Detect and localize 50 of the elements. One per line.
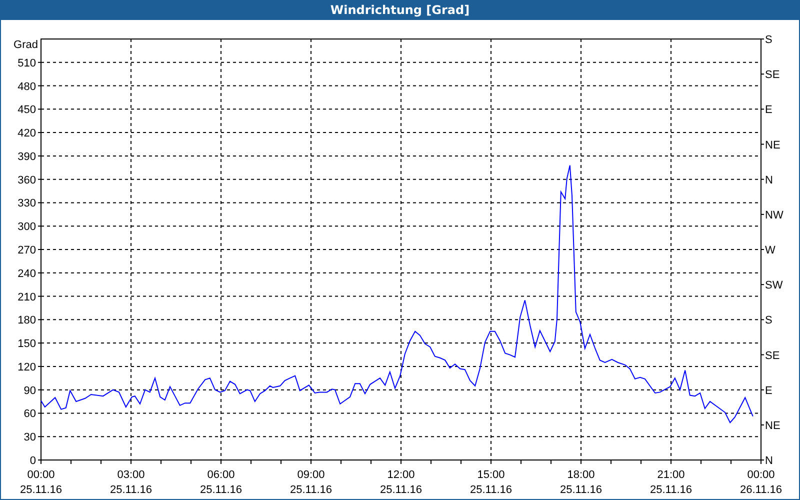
x-tick-label: 03:00 (117, 469, 145, 481)
x-tick-label: 06:00 (207, 469, 235, 481)
y-tick-label: 270 (18, 244, 36, 256)
compass-tick-label: E (765, 384, 772, 397)
x-tick-label: 09:00 (297, 469, 325, 481)
x-tick-date: 25.11.16 (290, 484, 332, 496)
x-tick-label: 00:00 (27, 469, 55, 481)
x-tick-label: 21:00 (657, 469, 685, 481)
x-tick-label: 15:00 (477, 469, 505, 481)
x-tick-date: 25.11.16 (20, 484, 62, 496)
compass-tick-label: N (765, 174, 773, 186)
compass-tick-label: SE (765, 350, 780, 362)
y-tick-label: 480 (18, 80, 36, 93)
y-tick-label: 60 (24, 408, 36, 420)
y-tick-label: 360 (18, 174, 36, 186)
y-tick-label: 30 (24, 432, 36, 444)
compass-tick-label: S (765, 314, 772, 327)
y-tick-label: 150 (18, 338, 36, 350)
x-tick-date: 25.11.16 (650, 484, 692, 496)
y-tick-label: 510 (18, 57, 36, 70)
x-tick-date: 25.11.16 (200, 484, 242, 496)
x-tick-date: 25.11.16 (470, 484, 512, 496)
compass-tick-label: SE (765, 69, 780, 82)
compass-tick-label: NE (765, 139, 780, 152)
y-tick-label: 300 (18, 221, 36, 234)
y-tick-label: 450 (18, 104, 36, 116)
compass-tick-label: N (765, 455, 773, 467)
y-tick-label: 180 (18, 314, 36, 327)
y-tick-label: 420 (18, 128, 36, 140)
compass-tick-label: SW (765, 280, 783, 292)
y-axis-title: Grad (14, 39, 38, 51)
x-tick-date: 25.11.16 (110, 484, 152, 496)
x-tick-label: 12:00 (387, 469, 415, 481)
y-tick-label: 210 (18, 291, 36, 304)
x-tick-date: 25.11.16 (560, 484, 602, 496)
y-tick-label: 390 (18, 150, 36, 163)
compass-tick-label: W (765, 244, 776, 256)
y-tick-label: 330 (18, 198, 36, 210)
y-tick-label: 240 (18, 268, 36, 280)
x-tick-label: 18:00 (567, 469, 595, 481)
y-tick-label: 0 (30, 455, 36, 467)
compass-tick-label: NW (765, 209, 784, 222)
y-tick-label: 90 (24, 384, 36, 397)
compass-tick-label: NE (765, 420, 780, 432)
x-tick-date: 26.11.16 (740, 484, 782, 496)
x-tick-date: 25.11.16 (380, 484, 422, 496)
compass-tick-label: S (765, 34, 772, 46)
x-tick-label: 00:00 (747, 469, 775, 481)
compass-tick-label: E (765, 104, 772, 116)
y-tick-label: 120 (18, 361, 36, 374)
